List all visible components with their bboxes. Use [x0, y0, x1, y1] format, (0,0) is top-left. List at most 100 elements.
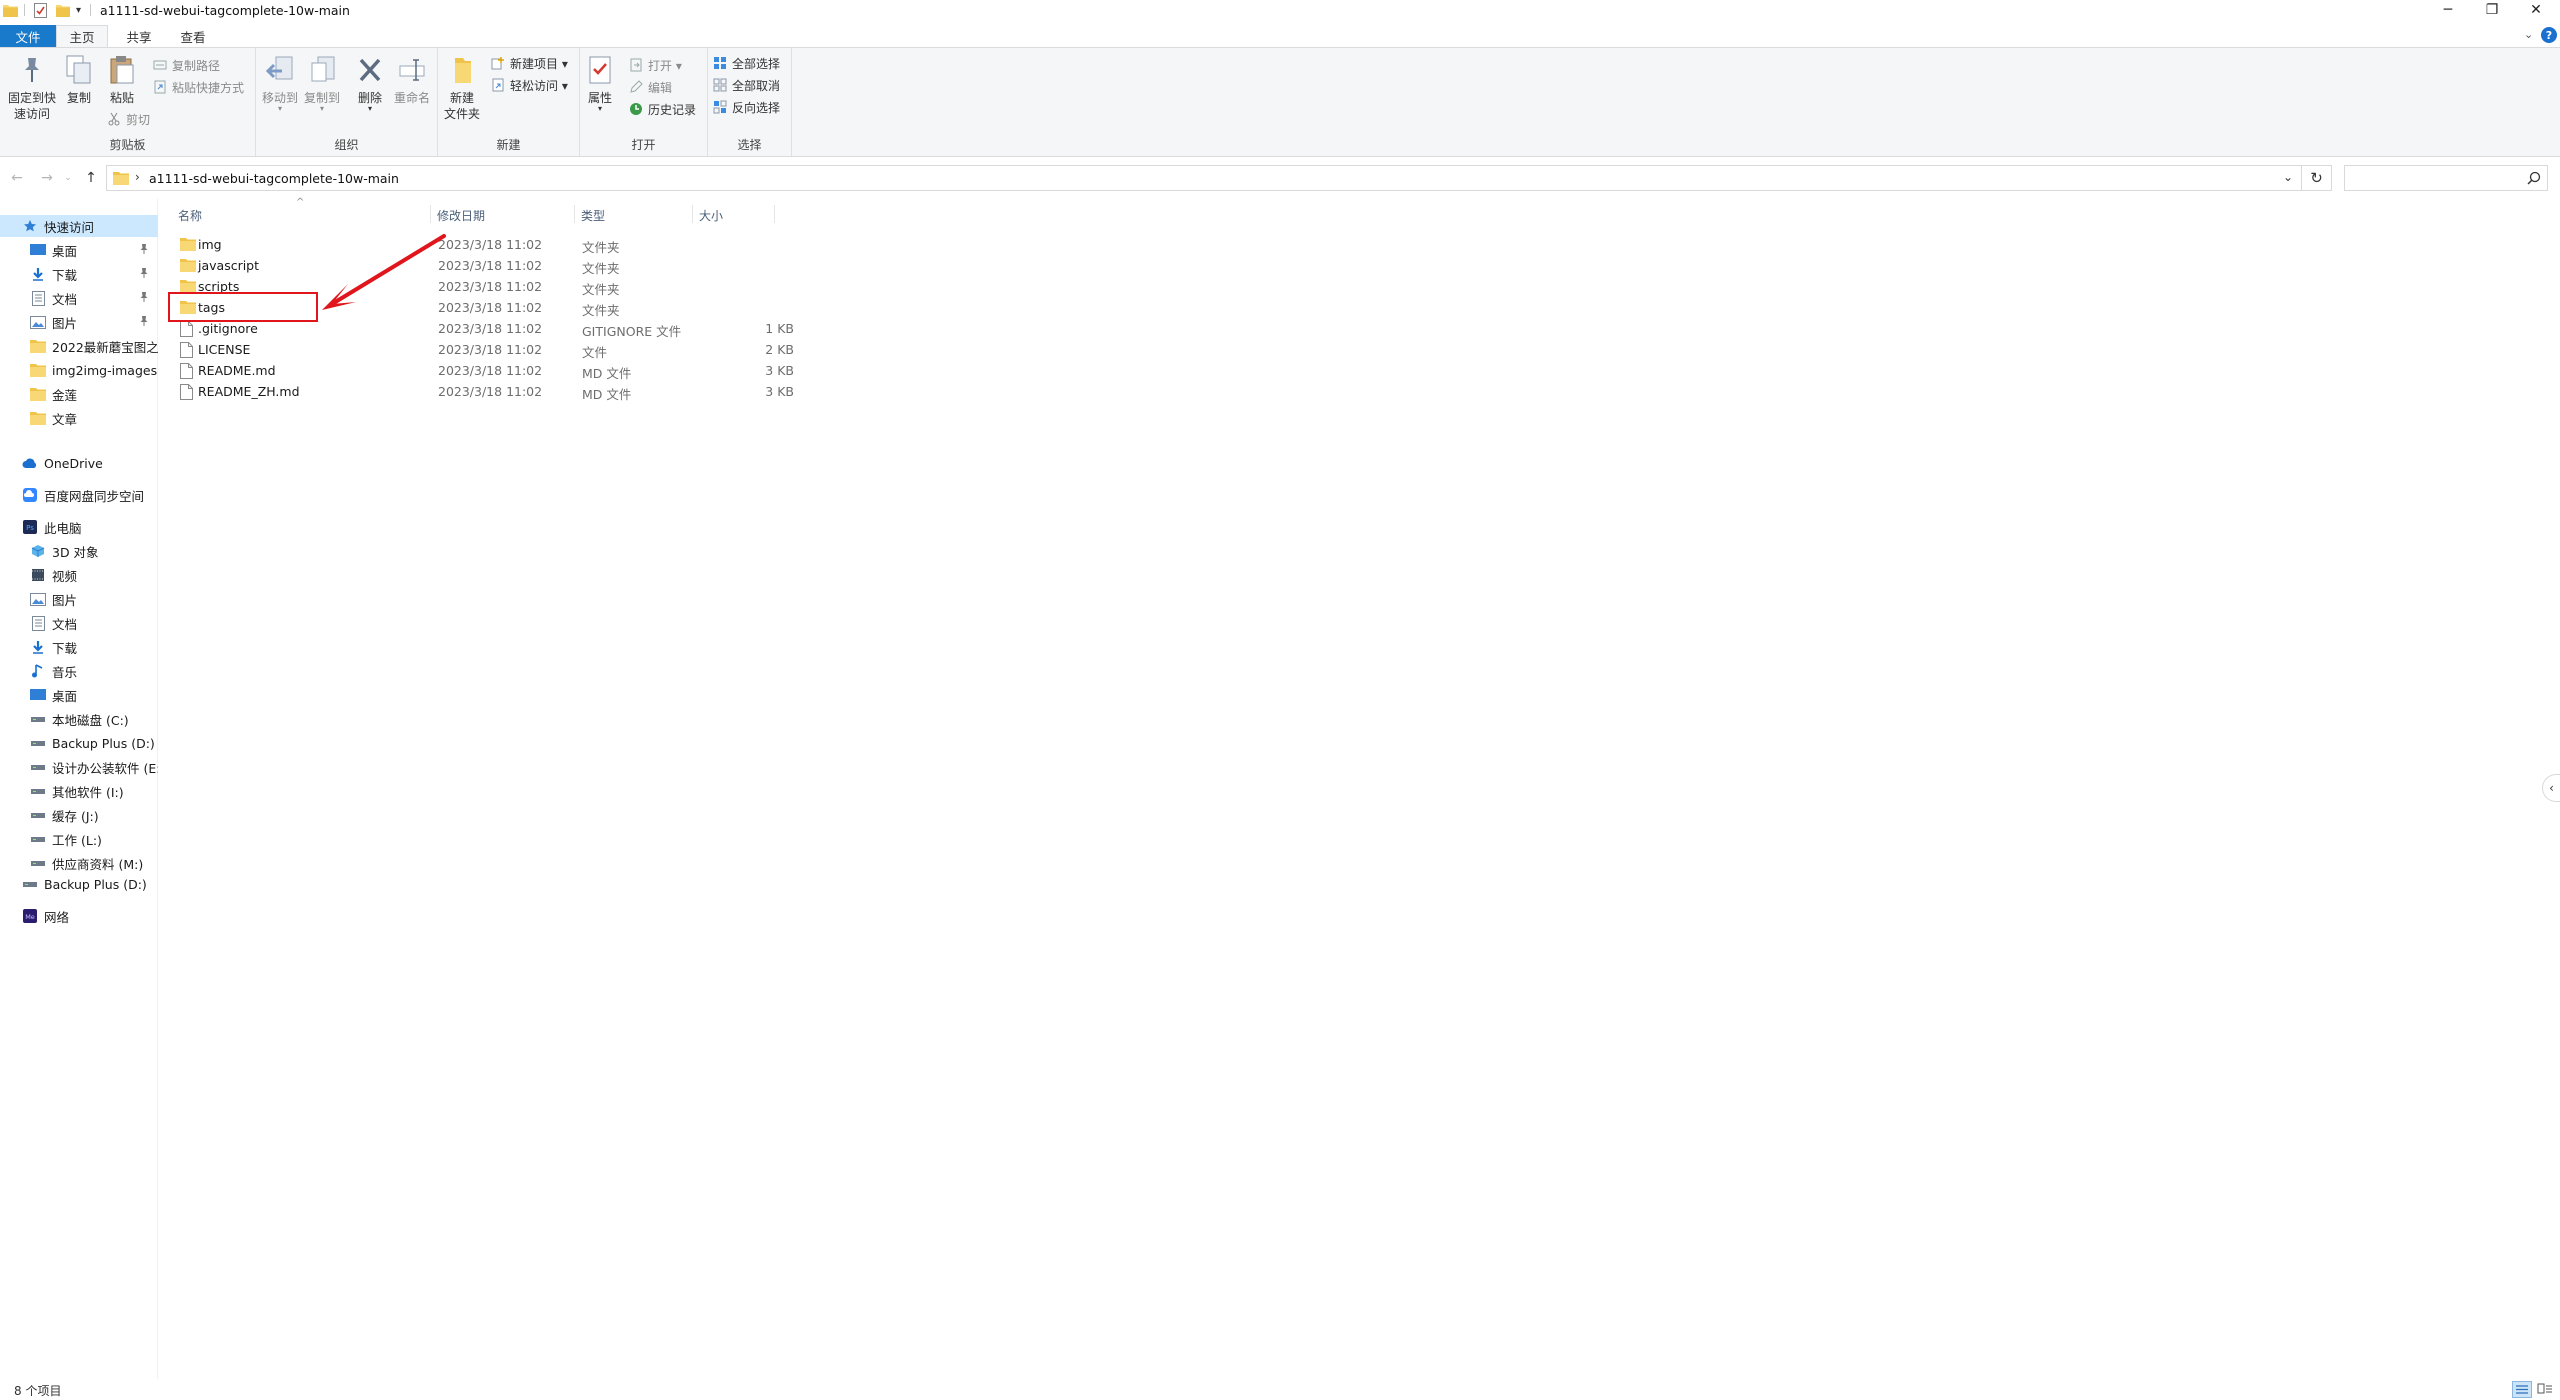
cloud-icon [22, 455, 38, 471]
file-type: MD 文件 [582, 366, 632, 381]
cut-button[interactable]: 剪切 [106, 110, 150, 128]
nav-this-pc[interactable]: Ps 此电脑 [0, 516, 158, 538]
new-folder-icon[interactable] [56, 2, 70, 18]
breadcrumb-chevron[interactable]: › [135, 170, 140, 184]
open-button[interactable]: 打开 ▾ [628, 56, 682, 74]
nav-baidu-sync[interactable]: 百度网盘同步空间 [0, 484, 158, 506]
column-divider[interactable] [430, 205, 431, 223]
close-button[interactable]: ✕ [2514, 0, 2558, 20]
sidebar-item[interactable]: 桌面 [0, 239, 158, 261]
new-item-button[interactable]: 新建项目 ▾ [490, 54, 568, 72]
address-bar[interactable]: › a1111-sd-webui-tagcomplete-10w-main ⌄ [106, 165, 2302, 191]
sidebar-item[interactable]: 文章 [0, 407, 158, 429]
star-icon [22, 218, 38, 234]
sidebar-item[interactable]: 其他软件 (I:) [0, 780, 158, 802]
forward-button[interactable]: → [38, 169, 56, 187]
folder-icon [30, 338, 46, 354]
nav-onedrive[interactable]: OneDrive [0, 452, 158, 474]
file-row[interactable]: javascript 2023/3/18 11:02 文件夹 [174, 256, 942, 277]
large-icons-view-button[interactable] [2536, 1381, 2556, 1398]
tab-share[interactable]: 共享 [112, 25, 166, 47]
rename-button[interactable]: 重命名 [392, 54, 432, 106]
file-row[interactable]: .gitignore 2023/3/18 11:02 GITIGNORE 文件 1 K… [174, 319, 942, 340]
file-row[interactable]: README.md 2023/3/18 11:02 MD 文件 3 KB [174, 361, 942, 382]
nav-quick-access[interactable]: 快速访问 [0, 215, 158, 237]
sidebar-item-label: 图片 [52, 592, 78, 608]
file-row[interactable]: LICENSE 2023/3/18 11:02 文件 2 KB [174, 340, 942, 361]
sidebar-item[interactable]: 本地磁盘 (C:) [0, 708, 158, 730]
tab-view[interactable]: 查看 [166, 25, 220, 47]
pin-icon [140, 315, 148, 329]
copy-path-button[interactable]: 复制路径 [152, 56, 220, 74]
sidebar-item[interactable]: 视频 [0, 564, 158, 586]
edit-button[interactable]: 编辑 [628, 78, 672, 96]
sidebar-item[interactable]: 设计办公装软件 (E: [0, 756, 158, 778]
customize-toolbar-dropdown[interactable]: ▾ [76, 2, 86, 18]
delete-button[interactable]: 删除 ▾ [352, 54, 388, 113]
select-all-button[interactable]: 全部选择 [712, 54, 780, 72]
nav-backup-drive[interactable]: Backup Plus (D:) [0, 873, 158, 895]
tab-file[interactable]: 文件 [0, 25, 56, 47]
column-header-date[interactable]: 修改日期 [437, 205, 485, 225]
details-view-button[interactable] [2512, 1381, 2532, 1398]
collapse-ribbon-button[interactable]: ⌄ [2524, 28, 2533, 41]
column-divider[interactable] [574, 205, 575, 223]
sidebar-item[interactable]: 金莲 [0, 383, 158, 405]
paste-shortcut-button[interactable]: 粘贴快捷方式 [152, 78, 244, 96]
address-history-dropdown[interactable]: ⌄ [2283, 170, 2293, 184]
copy-button[interactable]: 复制 [62, 54, 96, 106]
new-folder-button[interactable]: 新建 文件夹 [442, 54, 482, 122]
sidebar-item[interactable]: 下载 [0, 263, 158, 285]
column-divider[interactable] [774, 205, 775, 223]
sidebar-item[interactable]: 供应商资料 (M:) [0, 852, 158, 874]
recent-locations-button[interactable]: ⌄ [62, 169, 74, 187]
minimize-button[interactable]: ─ [2426, 0, 2470, 20]
sidebar-item[interactable]: 缓存 (J:) [0, 804, 158, 826]
properties-button[interactable]: 属性 ▾ [584, 54, 616, 113]
column-header-name[interactable]: 名称 [178, 205, 202, 225]
history-button[interactable]: 历史记录 [628, 100, 696, 118]
column-divider[interactable] [692, 205, 693, 223]
tab-home[interactable]: 主页 [56, 25, 108, 47]
refresh-button[interactable]: ↻ [2302, 165, 2332, 191]
sidebar-item[interactable]: 下载 [0, 636, 158, 658]
select-all-icon [712, 55, 728, 71]
search-input[interactable] [2344, 165, 2548, 191]
folder-icon [30, 362, 46, 378]
sidebar-item[interactable]: 3D 对象 [0, 540, 158, 562]
select-none-button[interactable]: 全部取消 [712, 76, 780, 94]
sidebar-item[interactable]: 图片 [0, 588, 158, 610]
easy-access-button[interactable]: 轻松访问 ▾ [490, 76, 568, 94]
paste-button[interactable]: 粘贴 [102, 54, 142, 106]
breadcrumb-current[interactable]: a1111-sd-webui-tagcomplete-10w-main [149, 171, 399, 186]
sidebar-item[interactable]: 文档 [0, 612, 158, 634]
nav-network[interactable]: Me 网络 [0, 905, 158, 927]
sidebar-item[interactable]: 图片 [0, 311, 158, 333]
back-button[interactable]: ← [8, 169, 26, 187]
sidebar-item[interactable]: 2022最新蘑宝图之新 [0, 335, 158, 357]
move-to-button[interactable]: 移动到 ▾ [260, 54, 300, 113]
up-button[interactable]: ↑ [82, 169, 100, 187]
folder-icon[interactable] [3, 2, 18, 18]
copy-to-button[interactable]: 复制到 ▾ [302, 54, 342, 113]
sidebar-item[interactable]: 工作 (L:) [0, 828, 158, 850]
folder-icon [180, 237, 196, 253]
file-row[interactable]: img 2023/3/18 11:02 文件夹 [174, 235, 942, 256]
column-header-size[interactable]: 大小 [699, 205, 723, 225]
details-pane-toggle[interactable]: ‹ [2542, 774, 2560, 802]
pictures-icon [30, 591, 46, 607]
sidebar-item[interactable]: Backup Plus (D:) [0, 732, 158, 754]
file-row[interactable]: README_ZH.md 2023/3/18 11:02 MD 文件 3 KB [174, 382, 942, 403]
restore-button[interactable]: ❐ [2470, 0, 2514, 20]
pin-quick-access-button[interactable]: 固定到快 速访问 [6, 54, 58, 122]
sidebar-item[interactable]: img2img-images [0, 359, 158, 381]
help-icon[interactable]: ? [2541, 27, 2557, 43]
column-header-type[interactable]: 类型 [581, 205, 605, 225]
sidebar-item[interactable]: 音乐 [0, 660, 158, 682]
properties-icon[interactable] [34, 2, 48, 18]
invert-selection-button[interactable]: 反向选择 [712, 98, 780, 116]
sidebar-item[interactable]: 文档 [0, 287, 158, 309]
documents-icon [30, 290, 46, 306]
file-name: README.md [198, 363, 276, 378]
sidebar-item[interactable]: 桌面 [0, 684, 158, 706]
